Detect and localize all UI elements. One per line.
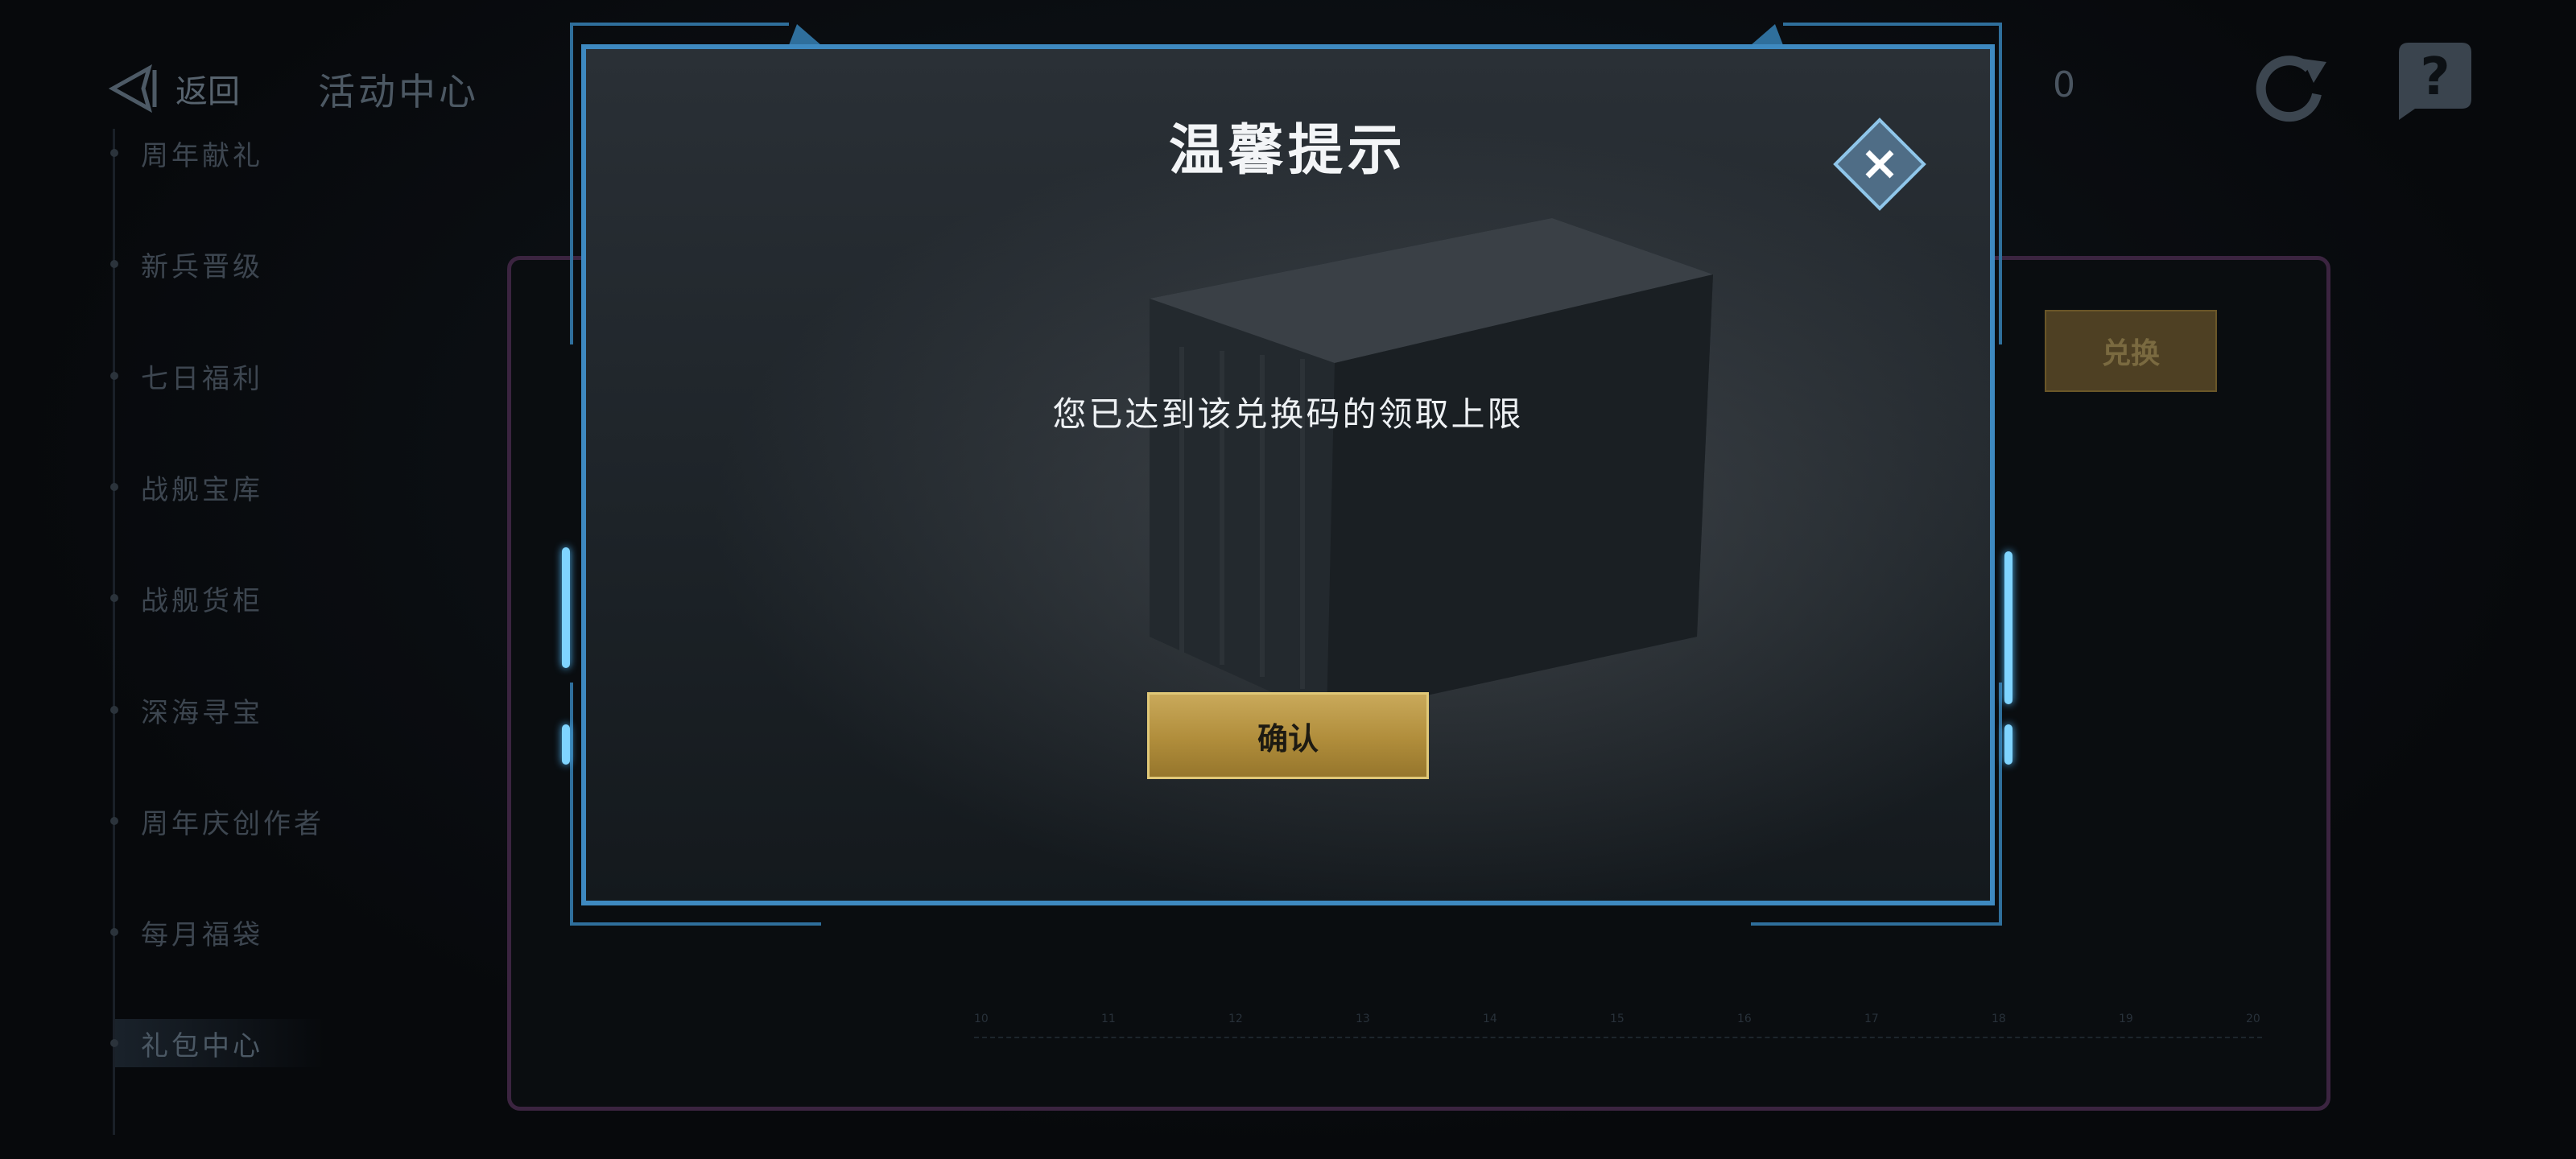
ruler-tick: 13 <box>1356 1013 1370 1025</box>
timeline-ruler: 10 11 12 13 14 15 16 17 18 19 20 <box>974 1013 2262 1038</box>
ruler-tick: 10 <box>974 1013 989 1025</box>
modal-left-glow <box>562 724 570 765</box>
sidebar-dot <box>110 594 118 602</box>
modal-right-glow <box>2004 724 2013 765</box>
sidebar-item-recruit-promotion[interactable]: 新兵晋级 <box>110 240 263 288</box>
ruler-tick: 19 <box>2119 1013 2133 1025</box>
sidebar-item-label: 新兵晋级 <box>141 250 263 283</box>
sidebar-item-label: 周年献礼 <box>141 139 263 172</box>
sidebar-item-anniversary-gift[interactable]: 周年献礼 <box>110 129 263 177</box>
sidebar-item-label: 每月福袋 <box>141 918 263 951</box>
modal-right-glow <box>2004 551 2013 704</box>
sidebar-item-label: 深海寻宝 <box>141 696 263 729</box>
back-button[interactable]: 返回 <box>105 56 250 121</box>
sidebar-dot <box>110 817 118 825</box>
exchange-label: 兑换 <box>2101 337 2160 370</box>
dialog-message: 您已达到该兑换码的领取上限 <box>1052 394 1524 434</box>
sidebar-dot <box>110 260 118 268</box>
sidebar-item-gift-center[interactable]: 礼包中心 <box>110 1019 324 1067</box>
sidebar-item-label: 七日福利 <box>141 362 263 395</box>
sidebar-item-label: 周年庆创作者 <box>141 807 324 840</box>
sidebar-item-warship-container[interactable]: 战舰货柜 <box>110 574 263 622</box>
sidebar-item-deep-sea-treasure[interactable]: 深海寻宝 <box>110 686 263 734</box>
refresh-icon[interactable] <box>2246 44 2334 133</box>
sidebar-item-seven-day-benefits[interactable]: 七日福利 <box>110 352 263 400</box>
page-title: 活动中心 <box>318 70 479 113</box>
ruler-tick: 14 <box>1483 1013 1497 1025</box>
sidebar-dot <box>110 706 118 714</box>
container-illustration <box>1150 218 1713 717</box>
exchange-button[interactable]: 兑换 <box>2045 310 2217 392</box>
sidebar-dot <box>110 149 118 157</box>
ruler-tick: 15 <box>1610 1013 1624 1025</box>
ruler-tick: 11 <box>1101 1013 1116 1025</box>
sidebar-item-anniversary-creator[interactable]: 周年庆创作者 <box>110 797 324 845</box>
ruler-tick: 16 <box>1737 1013 1752 1025</box>
currency-value: 0 <box>2053 64 2075 105</box>
modal-left-glow <box>562 547 570 668</box>
close-icon[interactable] <box>1832 117 1927 212</box>
sidebar-item-label: 战舰宝库 <box>141 473 263 506</box>
confirm-label: 确认 <box>1257 720 1319 757</box>
confirm-button[interactable]: 确认 <box>1147 692 1429 779</box>
help-icon[interactable]: ? <box>2391 36 2479 125</box>
sidebar: 周年献礼 新兵晋级 七日福利 战舰宝库 战舰货柜 深海寻宝 周年庆创作者 每月福… <box>110 129 453 1135</box>
ruler-tick: 17 <box>1864 1013 1879 1025</box>
svg-text:?: ? <box>2420 47 2450 107</box>
sidebar-dot <box>110 372 118 380</box>
sidebar-item-warship-vault[interactable]: 战舰宝库 <box>110 463 263 511</box>
sidebar-item-label: 战舰货柜 <box>141 584 263 617</box>
sidebar-dot <box>110 1039 118 1047</box>
sidebar-item-monthly-lucky-bag[interactable]: 每月福袋 <box>110 908 263 956</box>
sidebar-dot <box>110 483 118 491</box>
back-label: 返回 <box>175 73 240 110</box>
sidebar-dot <box>110 928 118 936</box>
dialog-title: 温馨提示 <box>1168 119 1407 183</box>
ruler-tick: 20 <box>2246 1013 2260 1025</box>
back-arrow-icon <box>108 64 157 113</box>
ruler-tick: 12 <box>1228 1013 1243 1025</box>
ruler-tick: 18 <box>1992 1013 2006 1025</box>
sidebar-item-label: 礼包中心 <box>141 1029 263 1062</box>
